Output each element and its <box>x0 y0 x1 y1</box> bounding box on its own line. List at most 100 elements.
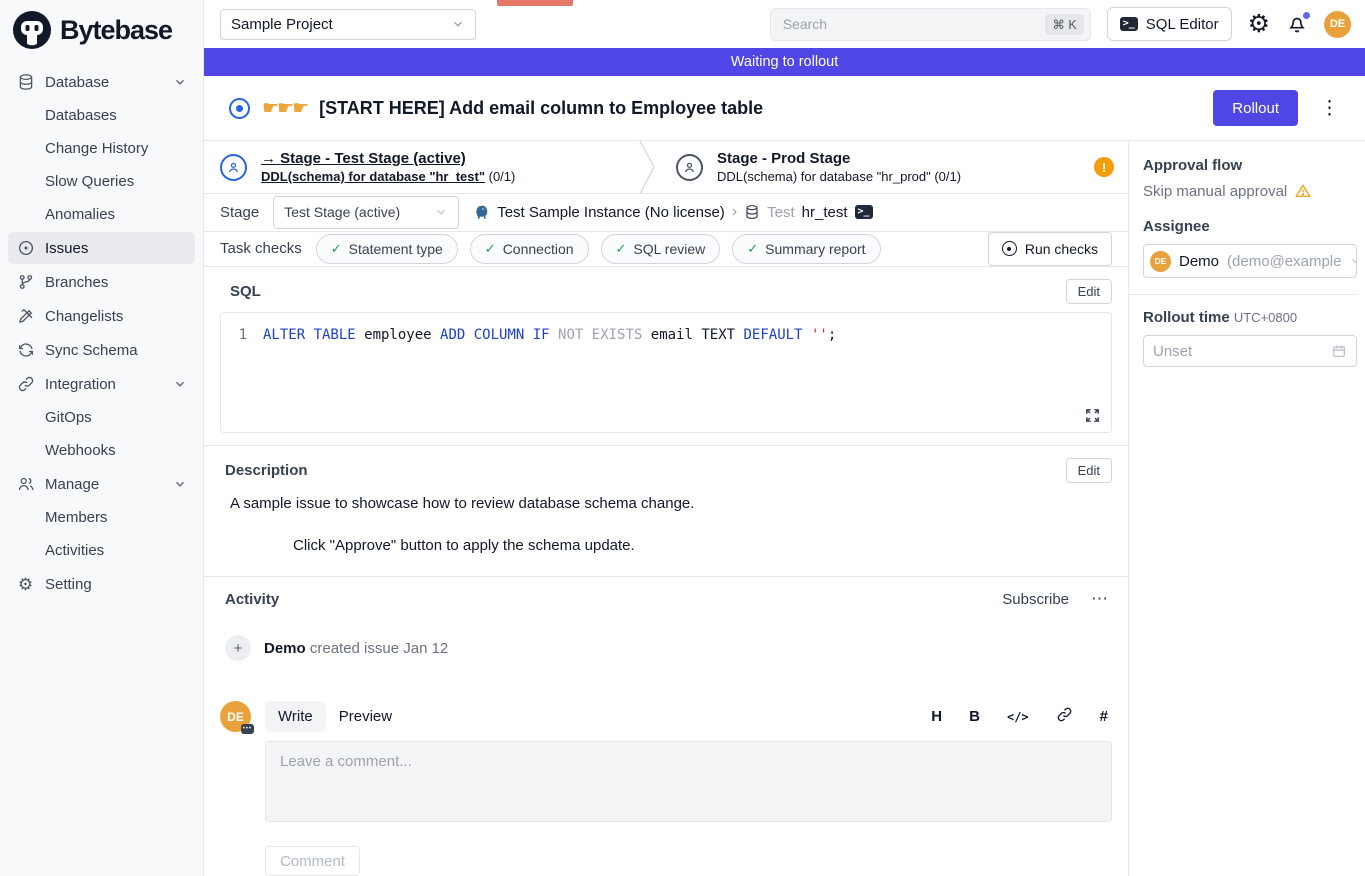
sidebar-item-manage[interactable]: Manage <box>8 468 195 500</box>
timezone-label: UTC+0800 <box>1234 310 1297 325</box>
database-icon <box>16 73 35 92</box>
description-edit-button[interactable]: Edit <box>1066 458 1112 483</box>
check-pill-summary-report[interactable]: ✓Summary report <box>732 234 880 264</box>
breadcrumb-separator: › <box>732 203 737 221</box>
sidebar-item-label: Changelists <box>45 308 123 325</box>
assignee-name: Demo <box>1179 253 1219 270</box>
run-checks-label: Run checks <box>1025 241 1098 257</box>
sidebar-item-members[interactable]: Members <box>8 502 195 533</box>
bold-icon[interactable]: B <box>969 708 980 725</box>
sidebar-item-label: Webhooks <box>45 442 116 459</box>
task-checks-label: Task checks <box>220 240 302 257</box>
expand-icon[interactable] <box>1084 407 1101 424</box>
stage-selector-row: Stage Test Stage (active) Test Sample In… <box>204 194 1128 232</box>
user-avatar[interactable]: DE <box>1324 11 1351 38</box>
stage-title: → Stage - Test Stage (active) <box>261 150 515 167</box>
project-select-value: Sample Project <box>231 16 333 33</box>
sql-editor[interactable]: 1 ALTER TABLE employee ADD COLUMN IF NOT… <box>220 312 1112 433</box>
code-icon[interactable]: </> <box>1007 710 1029 724</box>
subscribe-button[interactable]: Subscribe <box>1002 591 1069 608</box>
stage-task-link[interactable]: DDL(schema) for database "hr_test" <box>261 169 485 184</box>
sidebar-item-sync-schema[interactable]: Sync Schema <box>8 334 195 366</box>
search-input[interactable]: Search ⌘ K <box>770 8 1091 41</box>
app-root: Bytebase Database Databases Change Histo… <box>0 0 1365 876</box>
environment-name: Test <box>767 204 795 221</box>
heading-icon[interactable]: H <box>931 708 942 725</box>
database-icon <box>744 204 760 220</box>
stage-select[interactable]: Test Stage (active) <box>273 196 459 229</box>
sidebar-item-slow-queries[interactable]: Slow Queries <box>8 166 195 197</box>
link-icon <box>16 375 35 394</box>
line-number: 1 <box>233 327 247 343</box>
sidebar-item-webhooks[interactable]: Webhooks <box>8 435 195 466</box>
rollout-time-input[interactable]: Unset <box>1143 335 1357 367</box>
assignee-email: (demo@example <box>1227 253 1341 270</box>
brand-logo[interactable]: Bytebase <box>0 0 203 62</box>
warning-circle-icon: ! <box>1094 157 1114 177</box>
assignee-select[interactable]: DE Demo (demo@example <box>1143 244 1357 278</box>
sidebar-item-database[interactable]: Database <box>8 66 195 98</box>
chevron-down-icon <box>434 205 448 219</box>
check-pill-statement-type[interactable]: ✓Statement type <box>316 234 458 264</box>
sidebar-item-setting[interactable]: ⚙ Setting <box>8 568 195 600</box>
sidebar-item-changelists[interactable]: Changelists <box>8 300 195 332</box>
sidebar-item-label: Issues <box>45 240 88 257</box>
run-checks-button[interactable]: Run checks <box>988 232 1112 266</box>
stage-card-test[interactable]: → Stage - Test Stage (active) DDL(schema… <box>204 141 638 193</box>
sidebar-nav: Database Databases Change History Slow Q… <box>0 62 203 604</box>
stage-select-value: Test Stage (active) <box>284 204 400 220</box>
sidebar-item-anomalies[interactable]: Anomalies <box>8 199 195 230</box>
sql-edit-button[interactable]: Edit <box>1066 279 1112 304</box>
stage-card-prod[interactable]: Stage - Prod Stage DDL(schema) for datab… <box>660 141 1094 193</box>
assignee-avatar: DE <box>1150 251 1171 272</box>
activity-action: created issue Jan 12 <box>306 640 449 657</box>
postgres-icon <box>473 204 490 221</box>
run-checks-icon <box>1002 241 1017 256</box>
hash-icon[interactable]: # <box>1100 708 1108 725</box>
stage-person-icon-active <box>220 154 247 181</box>
chevron-down-icon <box>451 17 465 31</box>
comment-submit-button[interactable]: Comment <box>265 846 360 876</box>
link-icon[interactable] <box>1056 706 1073 727</box>
sidebar-item-label: Databases <box>45 107 117 124</box>
sidebar-item-change-history[interactable]: Change History <box>8 133 195 164</box>
description-line: A sample issue to showcase how to review… <box>230 495 1112 512</box>
comment-bubble-icon: ••• <box>241 724 254 734</box>
sidebar-item-branches[interactable]: Branches <box>8 266 195 298</box>
sidebar-item-gitops[interactable]: GitOps <box>8 402 195 433</box>
body-row: → Stage - Test Stage (active) DDL(schema… <box>204 140 1365 876</box>
sidebar-item-label: Activities <box>45 542 104 559</box>
tab-write[interactable]: Write <box>265 701 326 732</box>
activity-more-button[interactable]: ⋯ <box>1087 589 1112 609</box>
check-pill-sql-review[interactable]: ✓SQL review <box>601 234 721 264</box>
search-placeholder: Search <box>783 16 827 32</box>
sql-editor-button[interactable]: >_ SQL Editor <box>1107 7 1232 41</box>
settings-gear-button[interactable]: ⚙ <box>1248 12 1270 37</box>
stage-separator <box>638 141 660 194</box>
sidebar-item-activities[interactable]: Activities <box>8 535 195 566</box>
check-pill-connection[interactable]: ✓Connection <box>470 234 589 264</box>
branch-icon <box>16 273 35 292</box>
sidebar-item-issues[interactable]: Issues <box>8 232 195 264</box>
rollout-button[interactable]: Rollout <box>1213 90 1298 126</box>
comment-textarea[interactable] <box>265 741 1112 822</box>
check-pill-label: SQL review <box>633 241 705 257</box>
sidebar-item-integration[interactable]: Integration <box>8 368 195 400</box>
instance-link[interactable]: Test Sample Instance (No license) <box>497 204 725 221</box>
stage-subtitle: DDL(schema) for database "hr_test" (0/1) <box>261 169 515 184</box>
stage-label: Stage <box>220 204 259 221</box>
right-panel: Approval flow Skip manual approval Assig… <box>1128 141 1365 876</box>
kebab-menu-button[interactable]: ⋮ <box>1310 97 1349 120</box>
description-section: Description Edit A sample issue to showc… <box>204 445 1128 576</box>
sidebar-item-databases[interactable]: Databases <box>8 100 195 131</box>
database-link[interactable]: hr_test <box>802 204 848 221</box>
sql-editor-label: SQL Editor <box>1146 16 1219 33</box>
approval-flow-value: Skip manual approval <box>1143 182 1357 200</box>
project-select[interactable]: Sample Project <box>220 9 476 40</box>
tab-preview[interactable]: Preview <box>326 701 405 732</box>
sidebar-item-label: Database <box>45 74 109 91</box>
open-sql-editor-icon[interactable]: >_ <box>855 205 873 219</box>
stage-text: → Stage - Test Stage (active) DDL(schema… <box>261 150 515 184</box>
rollout-time-value: Unset <box>1153 343 1192 360</box>
notifications-button[interactable] <box>1286 13 1308 35</box>
